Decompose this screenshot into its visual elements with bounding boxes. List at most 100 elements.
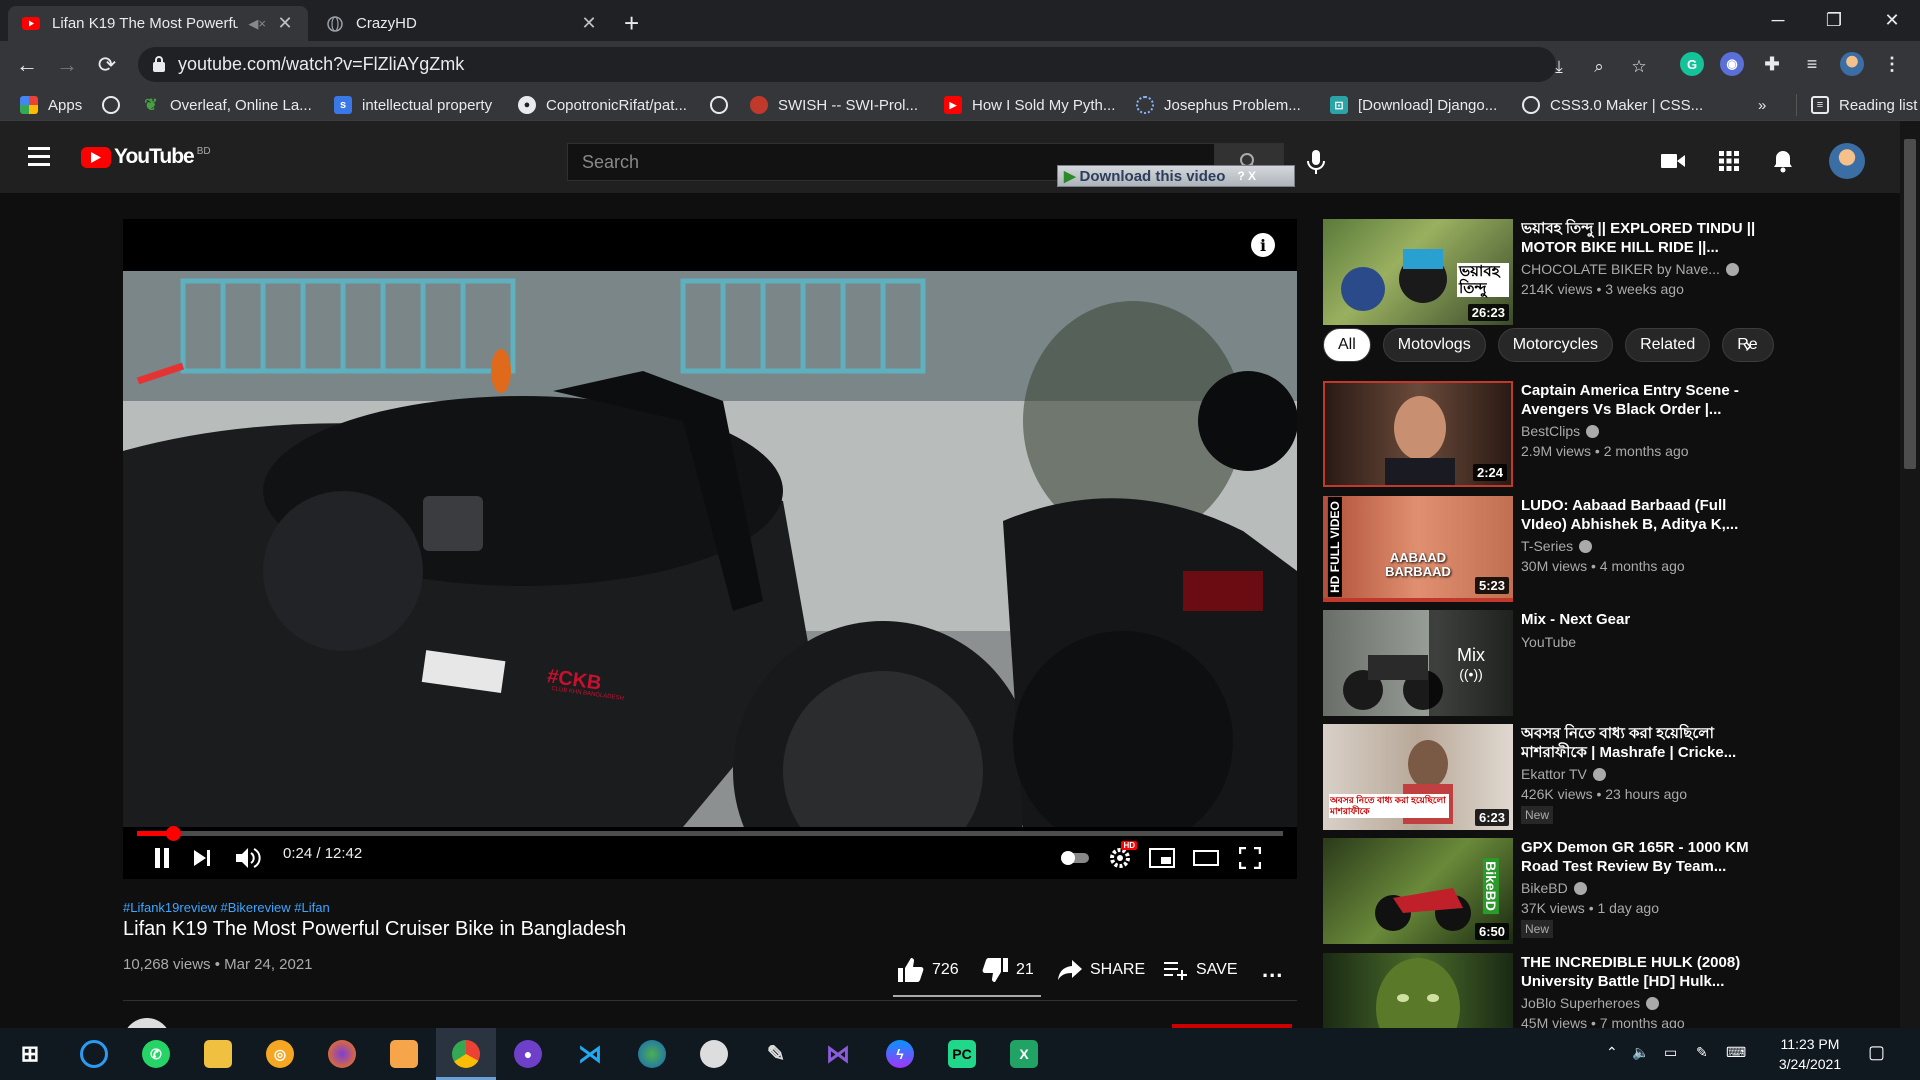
dislike-button[interactable]: 21	[982, 955, 1034, 985]
video-thumbnail[interactable]: 2:24	[1323, 381, 1513, 487]
app-icon[interactable]: ◎	[266, 1040, 294, 1068]
info-card-icon[interactable]: i	[1251, 233, 1275, 257]
windows-start-icon[interactable]: ⊞	[16, 1040, 44, 1068]
next-video-button[interactable]	[187, 843, 217, 873]
chip-motovlogs[interactable]: Motovlogs	[1382, 328, 1486, 362]
page-scrollbar[interactable]	[1900, 121, 1920, 1028]
menu-kebab-icon[interactable]: ⋮	[1880, 52, 1904, 76]
reload-button[interactable]: ⟳	[92, 50, 122, 80]
save-button[interactable]: SAVE	[1164, 955, 1238, 985]
bookmark-globe[interactable]	[102, 94, 130, 116]
messenger-icon[interactable]: ϟ	[886, 1040, 914, 1068]
maximize-button[interactable]: ❐	[1806, 0, 1862, 41]
app-icon[interactable]	[638, 1040, 666, 1068]
chrome-icon[interactable]	[452, 1040, 480, 1068]
recommendation-item[interactable]: ভয়াবহ তিন্দু 26:23 ভয়াবহ তিন্দু || EXP…	[1323, 219, 1763, 327]
settings-button[interactable]: HD	[1103, 841, 1137, 873]
video-thumbnail[interactable]: BikeBD 6:50	[1323, 838, 1513, 944]
close-tab-icon[interactable]: ✕	[276, 13, 294, 34]
pause-button[interactable]	[147, 843, 177, 873]
chip-related[interactable]: Related	[1625, 328, 1711, 362]
new-tab-button[interactable]: +	[624, 8, 639, 39]
vscode-icon[interactable]: ⋊	[576, 1040, 604, 1068]
grammarly-icon[interactable]: G	[1680, 52, 1704, 76]
theater-mode-button[interactable]	[1189, 843, 1223, 873]
bookmark-css[interactable]: CSS3.0 Maker | CSS...	[1522, 94, 1703, 116]
download-extras[interactable]: ? X	[1237, 169, 1256, 183]
tray-chevron-icon[interactable]: ⌃	[1606, 1044, 1618, 1061]
notifications-bell-icon[interactable]	[1770, 148, 1796, 174]
firefox-icon[interactable]	[328, 1040, 356, 1068]
recommendation-item[interactable]: THE INCREDIBLE HULK (2008) University Ba…	[1323, 953, 1763, 1028]
back-button[interactable]: ←	[12, 50, 42, 80]
video-player[interactable]: #CKB CLUB KHN BANGLADESH i 0:24 / 12:42 …	[123, 219, 1297, 879]
more-actions-button[interactable]: ...	[1262, 955, 1283, 985]
autoplay-toggle[interactable]	[1058, 843, 1092, 873]
tab-crazyhd[interactable]: CrazyHD ✕	[312, 6, 612, 41]
minimize-button[interactable]: ─	[1750, 0, 1806, 41]
recommendation-item[interactable]: BikeBD 6:50 GPX Demon GR 165R - 1000 KM …	[1323, 838, 1763, 946]
video-thumbnail[interactable]: HD FULL VIDEO AABAAD BARBAAD 5:23	[1323, 496, 1513, 602]
whatsapp-icon[interactable]: ✆	[142, 1040, 170, 1068]
bookmark-django[interactable]: ⊡ [Download] Django...	[1330, 94, 1497, 116]
network-tray-icon[interactable]: ▭	[1664, 1044, 1677, 1061]
bookmark-apps[interactable]: Apps	[20, 94, 82, 116]
video-thumbnail[interactable]: অবসর নিতে বাধ্য করা হয়েছিলো মাশরাফীকে 6…	[1323, 724, 1513, 830]
bookmark-ip[interactable]: s intellectual property	[334, 94, 492, 116]
video-hashtags[interactable]: #Lifank19review #Bikereview #Lifan	[123, 900, 330, 915]
app-icon[interactable]	[700, 1040, 728, 1068]
bookmark-github[interactable]: ● CopotronicRifat/pat...	[518, 94, 687, 116]
app-icon[interactable]: ✎	[762, 1040, 790, 1068]
notification-center-icon[interactable]: ▢	[1868, 1042, 1885, 1063]
apps-grid-icon[interactable]	[1716, 148, 1742, 174]
install-icon[interactable]: ⤓	[1548, 56, 1570, 78]
volume-tray-icon[interactable]: 🔈	[1632, 1044, 1649, 1061]
recommendation-item[interactable]: অবসর নিতে বাধ্য করা হয়েছিলো মাশরাফীকে 6…	[1323, 724, 1763, 832]
pen-tray-icon[interactable]: ✎	[1696, 1044, 1708, 1061]
extension-icon[interactable]: ◉	[1720, 52, 1744, 76]
puzzle-icon[interactable]: ✚	[1760, 52, 1784, 76]
bookmark-star-icon[interactable]: ☆	[1628, 56, 1650, 78]
seek-bar-scrubber[interactable]	[165, 826, 181, 841]
bookmark-josephus[interactable]: Josephus Problem...	[1136, 94, 1301, 116]
recommendation-item[interactable]: 2:24 Captain America Entry Scene - Aveng…	[1323, 381, 1763, 489]
reading-list[interactable]: ≡ Reading list	[1796, 94, 1917, 116]
media-control-icon[interactable]: ≡	[1800, 52, 1824, 76]
youtube-logo[interactable]: YouTube BD	[81, 145, 211, 169]
create-video-icon[interactable]	[1660, 148, 1686, 174]
excel-icon[interactable]: X	[1010, 1040, 1038, 1068]
visual-studio-icon[interactable]: ⋈	[824, 1040, 852, 1068]
pycharm-icon[interactable]: PC	[948, 1040, 976, 1068]
download-video-button[interactable]: ▶ Download this video? X	[1057, 165, 1295, 187]
tab-youtube[interactable]: Lifan K19 The Most Powerful ◀× ✕	[8, 6, 308, 41]
quick-assist-icon[interactable]	[80, 1040, 108, 1068]
seek-bar[interactable]	[137, 826, 1283, 841]
clock[interactable]: 11:23 PM 3/24/2021	[1770, 1034, 1850, 1074]
forward-button[interactable]: →	[52, 50, 82, 80]
bookmark-overleaf[interactable]: ❦ Overleaf, Online La...	[142, 94, 311, 116]
account-avatar[interactable]	[1829, 143, 1865, 179]
like-button[interactable]: 726	[898, 955, 959, 985]
close-window-button[interactable]: ✕	[1864, 0, 1920, 41]
bookmark-youtube[interactable]: ▶ How I Sold My Pyth...	[944, 94, 1115, 116]
miniplayer-button[interactable]	[1145, 843, 1179, 873]
recommendation-item[interactable]: HD FULL VIDEO AABAAD BARBAAD 5:23 LUDO: …	[1323, 496, 1763, 604]
chevron-right-icon[interactable]: ›	[1745, 335, 1752, 358]
volume-button[interactable]	[231, 843, 265, 873]
video-frame[interactable]: #CKB CLUB KHN BANGLADESH	[123, 271, 1297, 879]
video-thumbnail[interactable]	[1323, 953, 1513, 1028]
bookmark-swish[interactable]: SWISH -- SWI-Prol...	[750, 94, 918, 116]
hamburger-menu-icon[interactable]	[28, 147, 50, 171]
microphone-icon[interactable]	[1305, 148, 1327, 176]
app-icon[interactable]	[390, 1040, 418, 1068]
profile-avatar[interactable]	[1840, 52, 1864, 76]
github-desktop-icon[interactable]: ●	[514, 1040, 542, 1068]
recommendation-item[interactable]: Mix ((•)) Mix - Next Gear YouTube	[1323, 610, 1763, 718]
zoom-icon[interactable]: ⌕	[1588, 56, 1610, 78]
address-bar[interactable]: youtube.com/watch?v=FlZliAYgZmk ⤓ ⌕ ☆	[138, 47, 1647, 82]
bookmarks-overflow[interactable]: »	[1758, 94, 1766, 116]
close-tab-icon[interactable]: ✕	[580, 13, 598, 34]
video-thumbnail[interactable]: ভয়াবহ তিন্দু 26:23	[1323, 219, 1513, 325]
scrollbar-thumb[interactable]	[1904, 139, 1916, 469]
fullscreen-button[interactable]	[1233, 843, 1267, 873]
